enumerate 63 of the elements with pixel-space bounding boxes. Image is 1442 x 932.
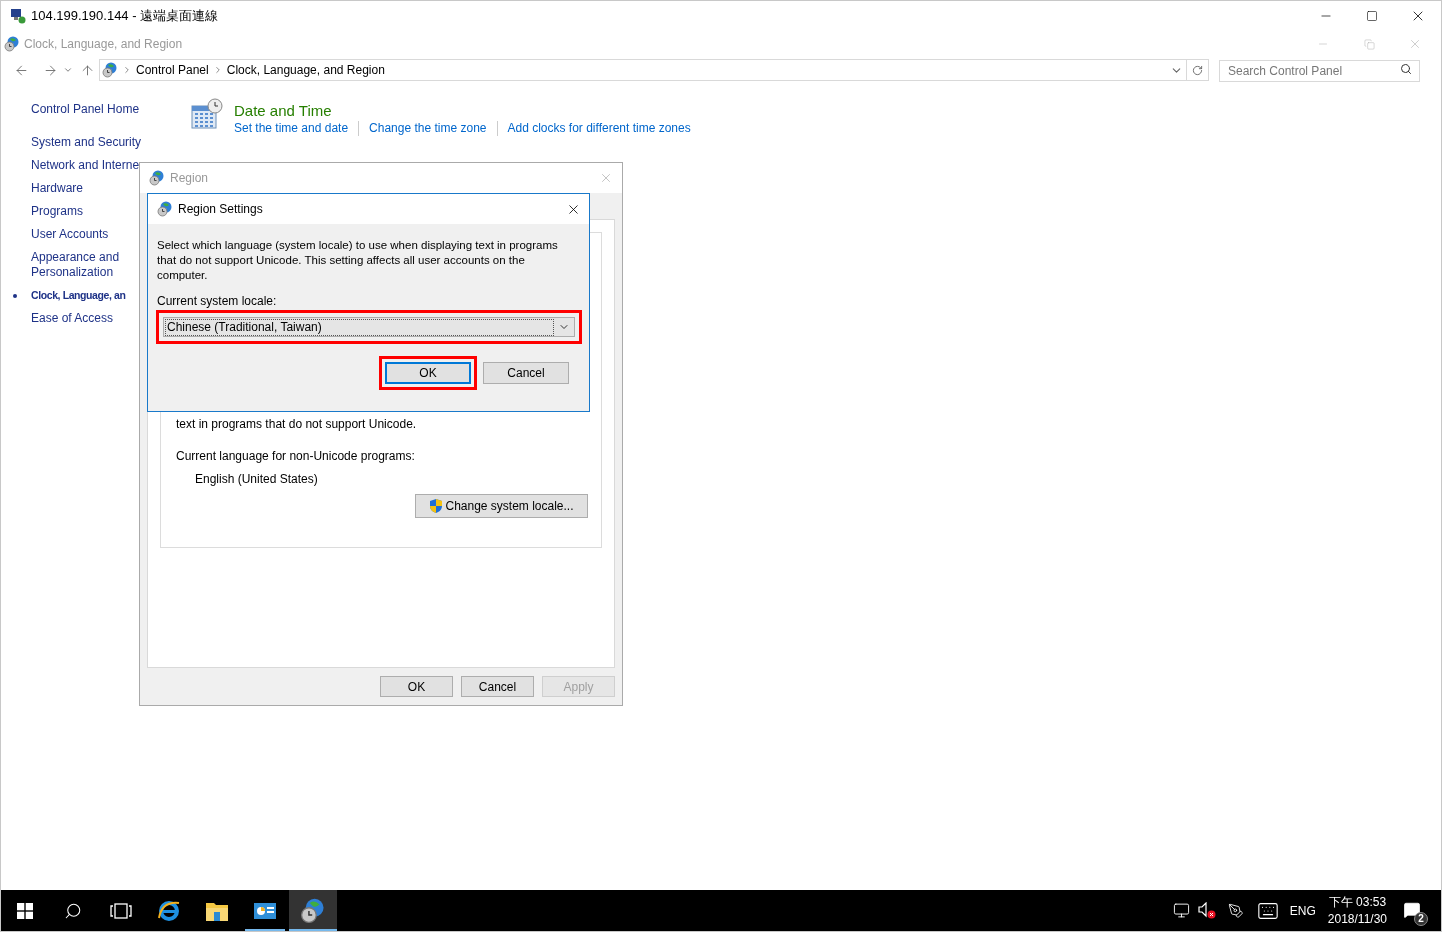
task-link[interactable]: Set the time and date [234, 121, 349, 136]
task-link[interactable]: Change the time zone [358, 121, 487, 136]
shield-icon [429, 498, 444, 514]
globe-clock-icon [149, 170, 165, 186]
restore-icon [1363, 38, 1375, 50]
sidebar-link[interactable]: Programs [31, 204, 141, 219]
task-link[interactable]: Add clocks for different time zones [496, 121, 691, 136]
description-text: Select which language (system locale) to use when displaying text in programs that do not support Unicode. This setting affects all user accounts on the computer. [157, 238, 559, 283]
current-language: English (United States) [195, 472, 319, 487]
sidebar-link[interactable]: Control Panel Home [31, 102, 141, 117]
calendar-clock-icon [191, 98, 223, 130]
notification-count: 2 [1414, 911, 1428, 926]
taskbar-app[interactable] [289, 890, 337, 931]
breadcrumb-item[interactable]: Clock, Language, and Region [226, 61, 385, 79]
task-view-icon [110, 902, 132, 919]
field-label: Current system locale: [157, 294, 278, 309]
sidebar-link[interactable]: User Accounts [31, 227, 141, 242]
windows-logo-icon [17, 902, 33, 919]
explorer-title: Clock, Language, and Region [24, 36, 183, 53]
control-panel-icon [253, 900, 277, 921]
close-icon [1408, 37, 1422, 51]
sidebar-link[interactable]: Clock, Language, an [31, 288, 141, 303]
refresh-button[interactable] [1187, 59, 1209, 81]
close-icon [599, 171, 613, 185]
sidebar-link[interactable]: System and Security [31, 135, 141, 150]
control-panel-icon [4, 36, 20, 52]
dialog-button[interactable]: OK [380, 676, 453, 697]
chevron-right-icon [122, 65, 132, 75]
search-field[interactable]: Search Control Panel [1219, 60, 1420, 82]
search-icon [64, 901, 82, 920]
dialog-button[interactable]: Cancel [461, 676, 534, 697]
maximize-icon [1366, 10, 1378, 22]
globe-clock-icon [157, 201, 173, 217]
dialog-button[interactable]: OK [385, 362, 471, 384]
network-icon [1172, 902, 1190, 919]
sidebar-link[interactable]: Hardware [31, 181, 141, 196]
clock-time[interactable]: 下午 03:53 [1328, 893, 1387, 911]
control-panel-icon [102, 62, 118, 78]
recent-locations-button[interactable] [63, 65, 73, 75]
sidebar-link[interactable]: Appearance and Personalization [31, 250, 141, 280]
dialog-button[interactable]: Cancel [483, 362, 569, 384]
up-button[interactable] [79, 62, 95, 78]
clock-date[interactable]: 2018/11/30 [1327, 910, 1387, 928]
refresh-icon [1192, 64, 1203, 76]
dialog-title: Region [170, 170, 209, 187]
search-icon [1400, 63, 1412, 75]
locale-dropdown[interactable]: Chinese (Traditional, Taiwan) [163, 317, 575, 337]
dialog-title: Region Settings [178, 201, 263, 218]
sidebar-link[interactable]: Ease of Access [31, 311, 141, 326]
bullet-icon [13, 294, 17, 298]
change-locale-button[interactable]: Change system locale... [415, 494, 588, 518]
muted-speaker-icon [1197, 902, 1216, 919]
window-title: 104.199.190.144 - 遠端桌面連線 [31, 7, 219, 26]
pen-icon [1227, 902, 1244, 919]
language-indicator[interactable]: ENG [1289, 901, 1316, 920]
sidebar-link[interactable]: Network and Interne [31, 158, 141, 173]
globe-clock-icon [300, 897, 326, 924]
remote-desktop-icon [10, 8, 26, 24]
category-title[interactable]: Date and Time [234, 102, 691, 120]
address-bar[interactable]: Control Panel Clock, Language, and Region [99, 59, 1187, 81]
breadcrumb-item[interactable]: Control Panel [136, 61, 209, 79]
field-label: Current language for non-Unicode programs: [176, 449, 416, 464]
description-text: text in programs that do not support Unicode. [176, 417, 418, 432]
